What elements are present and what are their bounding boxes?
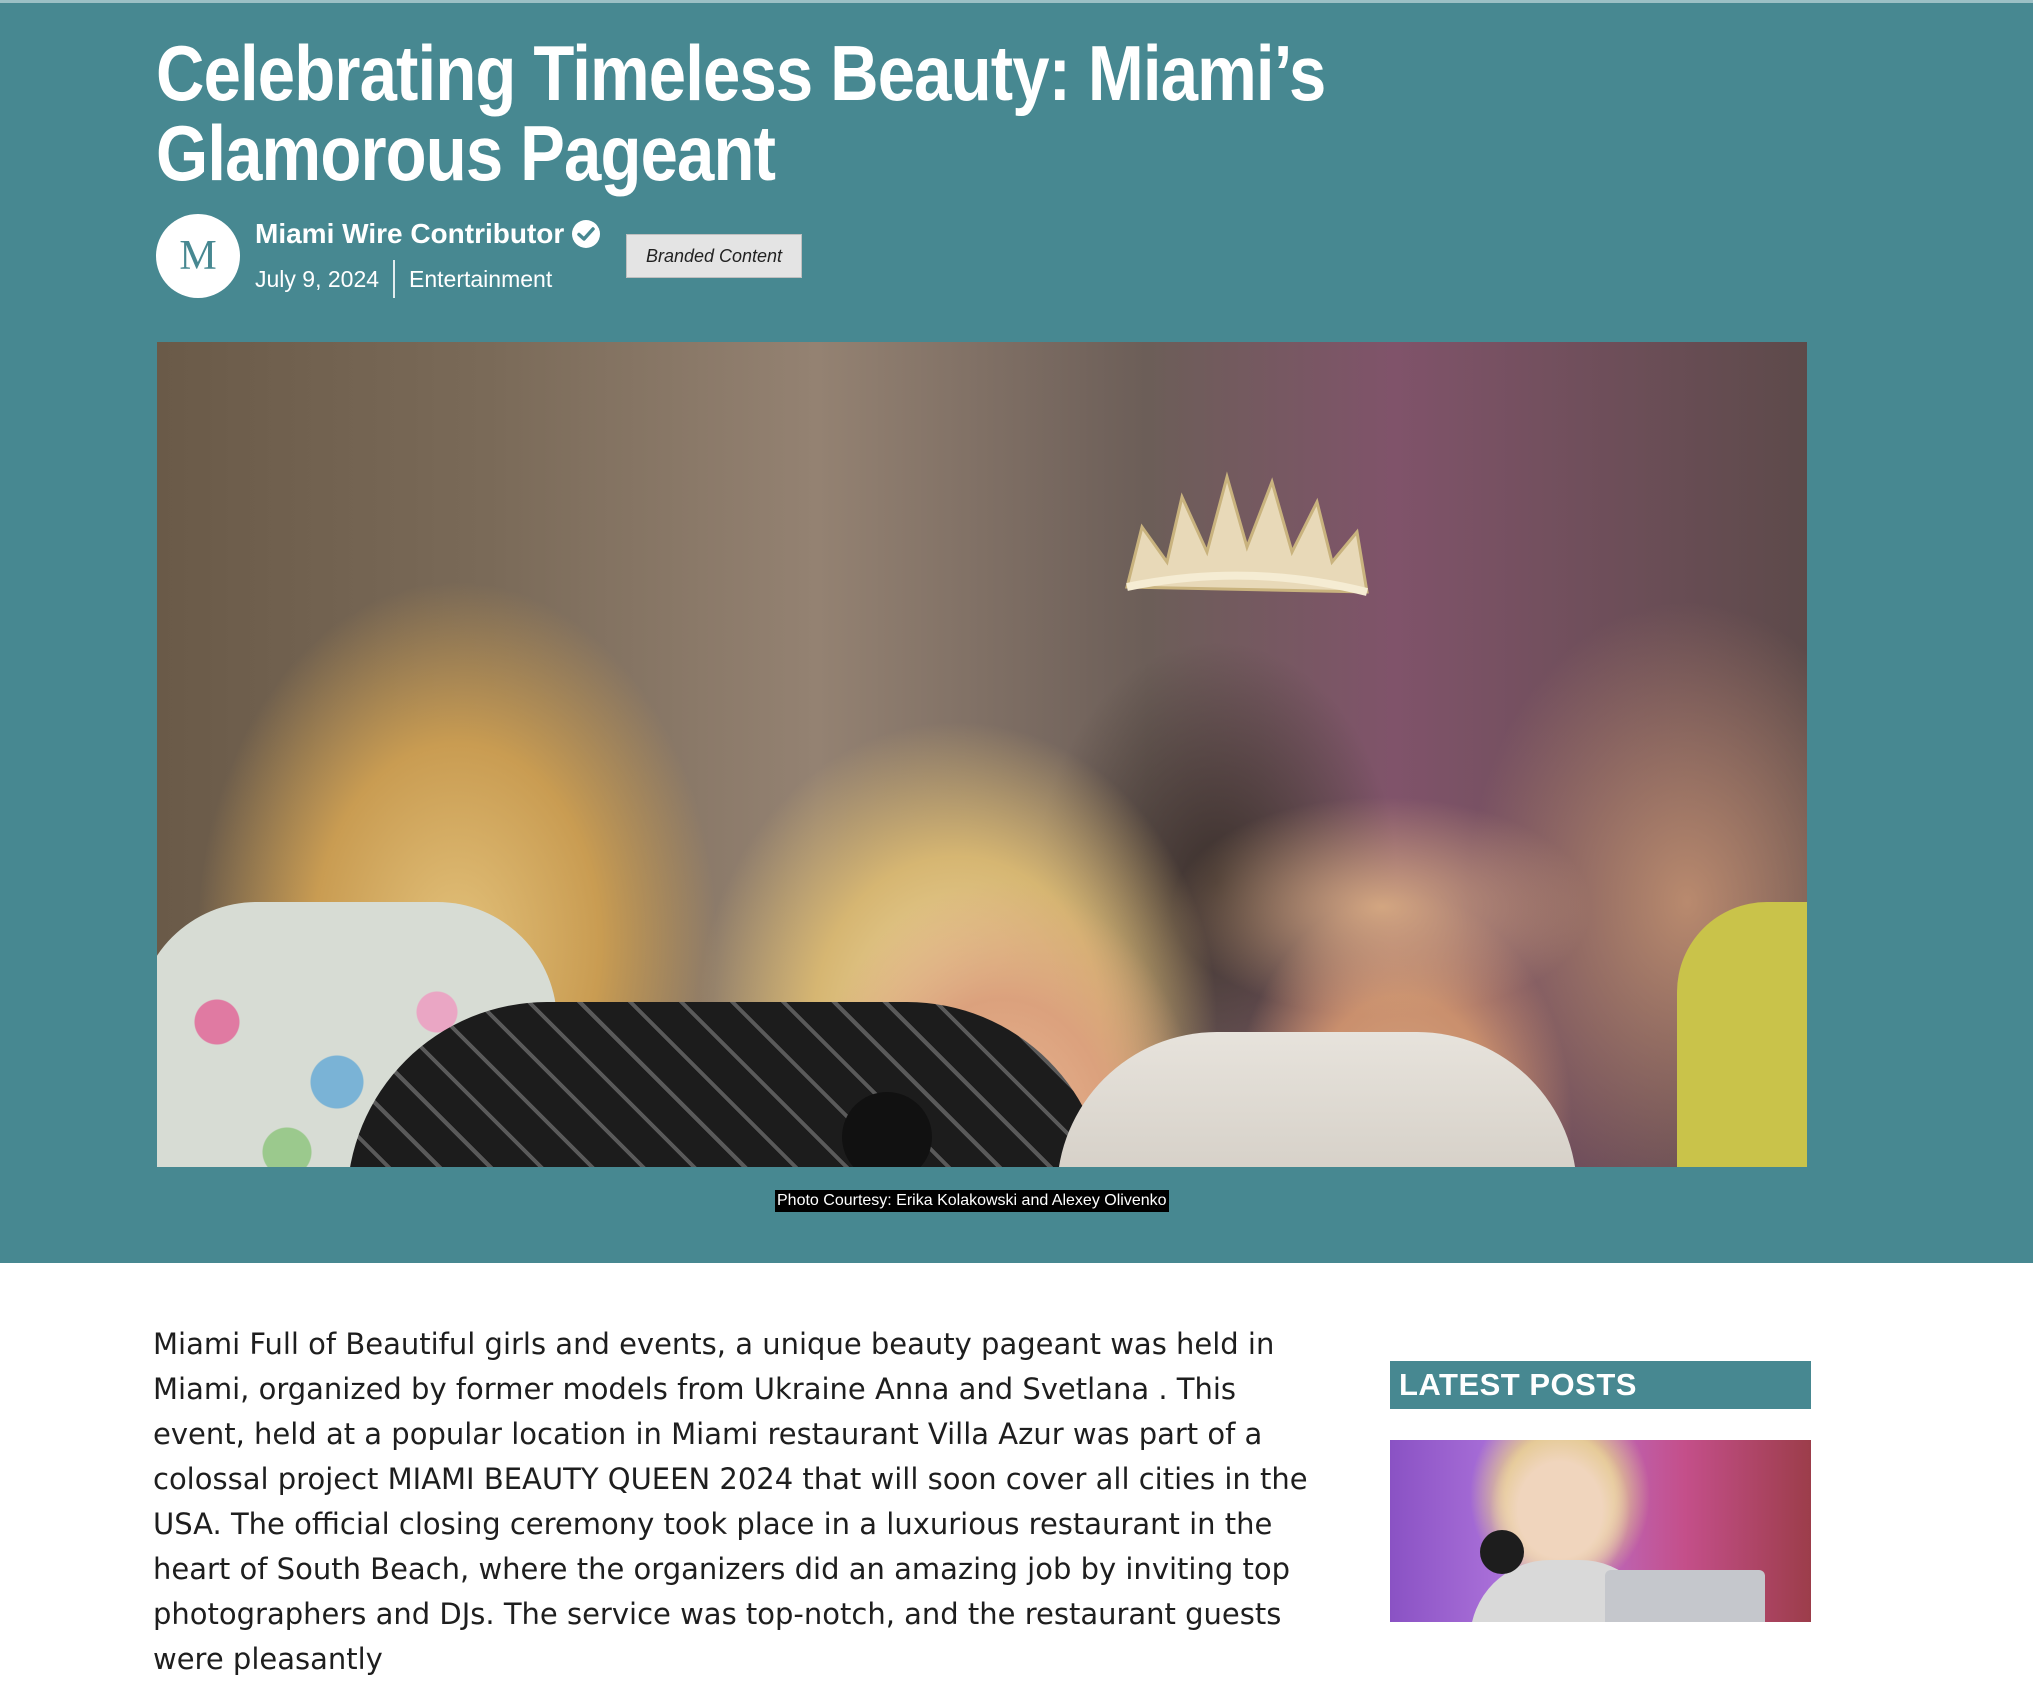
latest-post-thumbnail[interactable] <box>1390 1440 1811 1622</box>
thumb-laptop <box>1605 1570 1765 1622</box>
post-meta: July 9, 2024 Entertainment <box>255 260 552 298</box>
photo-caption: Photo Courtesy: Erika Kolakowski and Ale… <box>775 1190 1169 1212</box>
post-date: July 9, 2024 <box>255 265 380 292</box>
author-avatar[interactable]: M <box>156 214 240 298</box>
photo-white-dress <box>1057 1032 1577 1167</box>
latest-posts-heading: LATEST POSTS <box>1390 1361 1811 1409</box>
author-name[interactable]: Miami Wire Contributor <box>255 218 564 250</box>
post-category[interactable]: Entertainment <box>409 266 552 293</box>
article-title: Celebrating Timeless Beauty: Miami’s Gla… <box>156 29 1326 197</box>
photo-black-dress <box>347 1002 1107 1167</box>
author-name-row[interactable]: Miami Wire Contributor <box>255 218 601 250</box>
thumb-microphone <box>1480 1530 1524 1574</box>
branded-content-badge: Branded Content <box>626 234 802 278</box>
article-body: Miami Full of Beautiful girls and events… <box>153 1327 1308 1676</box>
meta-divider <box>393 260 396 298</box>
crown-icon <box>1125 471 1369 596</box>
photo-yellow-dress <box>1677 902 1807 1167</box>
article-hero: Celebrating Timeless Beauty: Miami’s Gla… <box>0 0 2033 1263</box>
verified-check-icon <box>572 220 601 248</box>
byline: M Miami Wire Contributor July 9, 2024 En… <box>156 214 1056 298</box>
featured-photo <box>157 342 1807 1167</box>
